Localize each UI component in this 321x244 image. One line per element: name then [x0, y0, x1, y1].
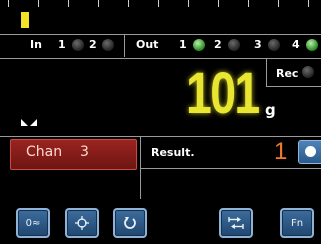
rec-led-icon	[302, 66, 314, 78]
out-4-led-icon	[306, 39, 318, 51]
weight-value: 101	[186, 61, 260, 126]
transfer-button[interactable]	[219, 208, 253, 238]
result-value: 1	[274, 138, 288, 165]
io-divider	[124, 34, 125, 57]
scale-bar	[0, 0, 321, 34]
out-1-number: 1	[179, 38, 187, 51]
zero-button[interactable]: 0≈	[16, 208, 50, 238]
crosshair-icon	[75, 216, 89, 230]
out-2-number: 2	[214, 38, 222, 51]
out-label: Out	[136, 38, 159, 51]
out-3-led-icon	[268, 39, 280, 51]
out-4-number: 4	[292, 38, 300, 51]
stability-icon	[21, 119, 37, 126]
weight-unit: g	[265, 101, 276, 119]
out-3-number: 3	[254, 38, 262, 51]
scale-marker	[21, 12, 29, 28]
chan-label: Chan	[26, 144, 63, 160]
in-1-number: 1	[58, 38, 66, 51]
rec-label: Rec	[276, 67, 299, 80]
transfer-icon	[228, 217, 244, 229]
in-2-number: 2	[89, 38, 97, 51]
refresh-button[interactable]	[113, 208, 147, 238]
in-2-led-icon	[102, 39, 114, 51]
fn-button[interactable]: Fn	[280, 208, 314, 238]
result-toggle-dot-icon	[305, 146, 316, 157]
out-2-led-icon	[228, 39, 240, 51]
refresh-icon	[124, 217, 136, 229]
info-divider	[0, 136, 140, 137]
result-divider	[140, 168, 321, 169]
result-label: Result.	[151, 146, 195, 159]
chan-value: 3	[80, 144, 89, 160]
zero-label: 0≈	[25, 217, 41, 229]
in-1-led-icon	[72, 39, 84, 51]
out-1-led-icon	[193, 39, 205, 51]
target-button[interactable]	[65, 208, 99, 238]
fn-label: Fn	[290, 217, 304, 229]
in-label: In	[30, 38, 42, 51]
